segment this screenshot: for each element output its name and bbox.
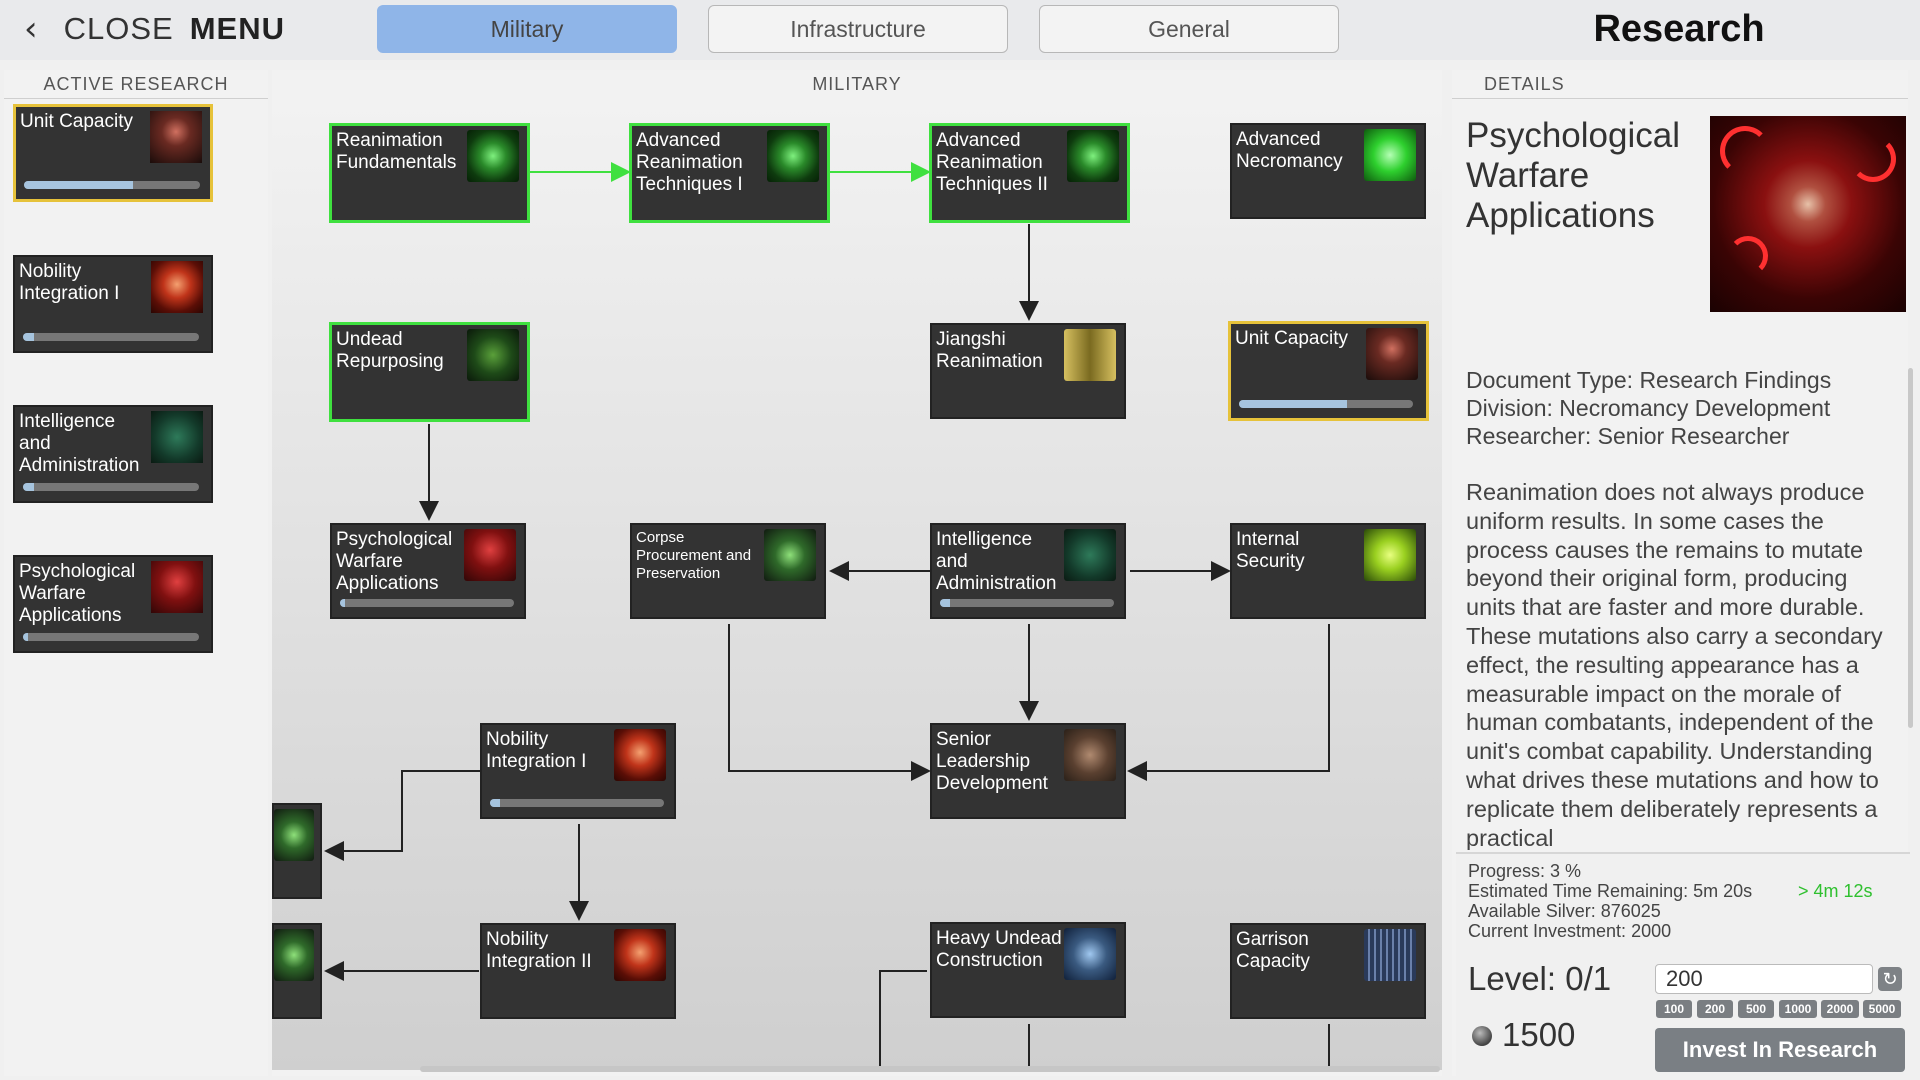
node-label: Intelligence and Administration xyxy=(936,529,1057,594)
tendril-shape xyxy=(1850,136,1896,182)
tendril-shape xyxy=(1728,236,1768,276)
quick-amount-100[interactable]: 100 xyxy=(1656,1000,1692,1018)
research-cost: 1500 xyxy=(1502,1016,1576,1053)
progress-fill xyxy=(340,599,346,607)
node-heavy-undead-construction[interactable]: Heavy Undead Construction xyxy=(930,922,1126,1018)
progress-bar xyxy=(1239,400,1413,408)
node-label: Heavy Undead Construction xyxy=(936,928,1062,971)
node-offscreen-left-1[interactable] xyxy=(272,803,322,899)
node-label: Reanimation Fundamentals xyxy=(336,130,457,173)
progress-bar xyxy=(490,799,664,807)
node-garrison-capacity[interactable]: Garrison Capacity xyxy=(1230,923,1426,1019)
psych-icon xyxy=(464,529,516,581)
eta-text: Estimated Time Remaining: 5m 20s xyxy=(1468,881,1753,901)
corpse-icon xyxy=(274,809,314,861)
meta-researcher: Researcher: Senior Researcher xyxy=(1466,423,1790,449)
node-label: Internal Security xyxy=(1236,529,1305,572)
detail-title: Psychological Warfare Applications xyxy=(1466,116,1680,235)
quick-amount-1000[interactable]: 1000 xyxy=(1779,1000,1817,1018)
corpse-icon xyxy=(764,529,816,581)
scroll-icon xyxy=(1064,329,1116,381)
helmet-icon xyxy=(1064,928,1116,980)
refresh-icon[interactable]: ↻ xyxy=(1878,967,1902,991)
details-header: DETAILS xyxy=(1452,70,1908,99)
invest-button[interactable]: Invest In Research xyxy=(1655,1028,1905,1072)
node-corpse-procurement[interactable]: Corpse Procurement and Preservation xyxy=(630,523,826,619)
node-nobility-integration-i[interactable]: Nobility Integration I xyxy=(480,723,676,819)
noble-icon xyxy=(614,729,666,781)
reanimation-icon xyxy=(467,130,519,182)
noble-icon xyxy=(614,929,666,981)
silver-text: Available Silver: 876025 xyxy=(1468,901,1661,921)
gate-icon xyxy=(1364,929,1416,981)
progress-fill xyxy=(1239,400,1347,408)
corpse-icon xyxy=(274,929,314,981)
reanimation-icon xyxy=(767,130,819,182)
node-psychological-warfare-applications[interactable]: Psychological Warfare Applications xyxy=(330,523,526,619)
node-label: Senior Leadership Development xyxy=(936,729,1048,794)
node-reanimation-fundamentals[interactable]: Reanimation Fundamentals xyxy=(329,123,530,223)
node-label: Undead Repurposing xyxy=(336,329,444,372)
progress-bar xyxy=(940,599,1114,607)
node-undead-repurposing[interactable]: Undead Repurposing xyxy=(329,322,530,422)
quick-amount-200[interactable]: 200 xyxy=(1697,1000,1733,1018)
eye-icon xyxy=(1364,529,1416,581)
progress-fill xyxy=(490,799,501,807)
node-label: Nobility Integration II xyxy=(486,929,592,972)
node-intelligence-and-administration[interactable]: Intelligence and Administration xyxy=(930,523,1126,619)
node-nobility-integration-ii[interactable]: Nobility Integration II xyxy=(480,923,676,1019)
tendril-shape xyxy=(1720,126,1770,176)
node-label: Psychological Warfare Applications xyxy=(336,529,453,594)
node-label: Nobility Integration I xyxy=(486,729,587,772)
node-advanced-reanimation-techniques-i[interactable]: Advanced Reanimation Techniques I xyxy=(629,123,830,223)
node-label: Corpse Procurement and Preservation xyxy=(636,529,752,582)
node-jiangshi-reanimation[interactable]: Jiangshi Reanimation xyxy=(930,323,1126,419)
quick-amount-500[interactable]: 500 xyxy=(1738,1000,1774,1018)
eta-bonus-text: > 4m 12s xyxy=(1798,881,1873,901)
description-scrollbar[interactable] xyxy=(1908,368,1913,728)
node-internal-security[interactable]: Internal Security xyxy=(1230,523,1426,619)
meta-division: Division: Necromancy Development xyxy=(1466,395,1831,421)
progress-bar xyxy=(340,599,514,607)
node-senior-leadership-development[interactable]: Senior Leadership Development xyxy=(930,723,1126,819)
node-label: Advanced Necromancy xyxy=(1236,129,1343,172)
node-offscreen-left-2[interactable] xyxy=(272,923,322,1019)
psych-warfare-image xyxy=(1710,116,1906,312)
invest-amount-input[interactable] xyxy=(1655,964,1873,994)
horizontal-scrollbar[interactable] xyxy=(420,1066,1440,1072)
node-advanced-necromancy[interactable]: Advanced Necromancy xyxy=(1230,123,1426,219)
node-label: Advanced Reanimation Techniques II xyxy=(936,130,1048,195)
silver-coin-icon xyxy=(1472,1026,1492,1046)
node-advanced-reanimation-techniques-ii[interactable]: Advanced Reanimation Techniques II xyxy=(929,123,1130,223)
node-unit-capacity[interactable]: Unit Capacity xyxy=(1228,321,1429,421)
progress-text: Progress: 3 % xyxy=(1468,861,1582,881)
brain-icon xyxy=(1064,529,1116,581)
reanimation-icon xyxy=(1067,130,1119,182)
quick-amount-2000[interactable]: 2000 xyxy=(1821,1000,1859,1018)
node-label: Garrison Capacity xyxy=(1236,929,1310,972)
investment-text: Current Investment: 2000 xyxy=(1468,921,1672,941)
level-text: Level: 0/1 xyxy=(1468,960,1612,997)
node-label: Advanced Reanimation Techniques I xyxy=(636,130,743,195)
seat-icon xyxy=(1064,729,1116,781)
detail-description: Reanimation does not always produce unif… xyxy=(1466,479,1883,850)
detail-meta: Document Type: Research Findings Divisio… xyxy=(1466,366,1896,450)
progress-fill xyxy=(940,599,951,607)
meta-document-type: Document Type: Research Findings xyxy=(1466,367,1832,393)
silhouette-icon xyxy=(1366,328,1418,380)
node-label: Jiangshi Reanimation xyxy=(936,329,1043,372)
book-icon xyxy=(1364,129,1416,181)
moss-icon xyxy=(467,329,519,381)
node-label: Unit Capacity xyxy=(1235,328,1348,349)
quick-amount-5000[interactable]: 5000 xyxy=(1863,1000,1901,1018)
